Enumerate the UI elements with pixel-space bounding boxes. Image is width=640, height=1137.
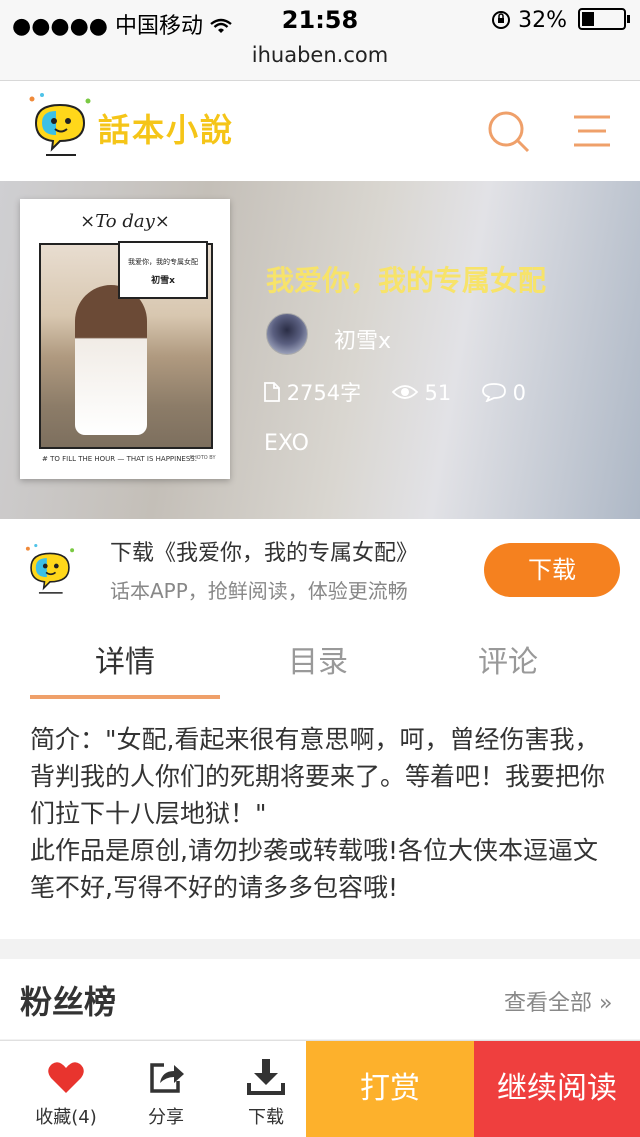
cover-today-text: ×To day× [80, 211, 170, 232]
view-count-value: 51 [424, 381, 452, 405]
cover-title-box: 我爱你，我的专属女配 初雪x [118, 241, 208, 299]
download-banner-title: 下载《我爱你，我的专属女配》 [110, 541, 419, 566]
active-tab-indicator [30, 695, 220, 699]
url-bar[interactable]: ihuaben.com [0, 40, 640, 81]
download-app-button[interactable]: 下载 [484, 543, 620, 597]
battery-icon [578, 8, 630, 30]
site-header: 話本小說 [0, 81, 640, 181]
avatar[interactable] [266, 313, 308, 355]
download-banner-subtitle: 话本APP，抢鲜阅读，体验更流畅 [110, 579, 408, 603]
rotation-lock-icon [491, 10, 511, 30]
book-cover[interactable]: ×To day× 我爱你，我的专属女配 初雪x # TO FILL THE HO… [20, 199, 230, 479]
comment-count: 0 [482, 381, 526, 405]
cover-author-line: 初雪x [151, 276, 175, 286]
summary-text: 简介："女配,看起来很有意思啊，呵，曾经伤害我，背判我的人你们的死期将要来了。等… [30, 725, 606, 902]
word-count-value: 2754字 [286, 381, 362, 405]
summary-section: 简介："女配,看起来很有意思啊，呵，曾经伤害我，背判我的人你们的死期将要来了。等… [0, 701, 640, 939]
tab-details[interactable]: 详情 [25, 637, 225, 681]
favorite-button[interactable]: 收藏(4) [18, 1041, 114, 1137]
share-label: 分享 [148, 1107, 184, 1128]
download-button[interactable]: 下载 [218, 1041, 314, 1137]
comment-count-value: 0 [512, 381, 526, 405]
cover-title-line: 我爱你，我的专属女配 [128, 258, 198, 266]
bottom-toolbar: 收藏(4) 分享 下载 打赏 继续阅读 [0, 1040, 640, 1137]
continue-reading-button[interactable]: 继续阅读 [474, 1041, 640, 1137]
battery-status: 32% [491, 8, 630, 33]
author-name[interactable]: 初雪x [334, 323, 391, 355]
view-count: 51 [391, 381, 458, 405]
cover-figure [75, 285, 147, 435]
document-icon [264, 382, 280, 402]
app-logo-icon [20, 541, 80, 599]
detail-tabs: 详情 目录 评论 [0, 619, 640, 701]
menu-icon[interactable] [572, 111, 612, 151]
book-hero: ×To day× 我爱你，我的专属女配 初雪x # TO FILL THE HO… [0, 181, 640, 519]
share-icon [150, 1063, 184, 1093]
cover-footer: # TO FILL THE HOUR — THAT IS HAPPINESS. [42, 455, 197, 463]
tab-catalog[interactable]: 目录 [218, 637, 418, 681]
download-banner: 下载《我爱你，我的专属女配》 话本APP，抢鲜阅读，体验更流畅 下载 [0, 519, 640, 619]
book-title: 我爱你，我的专属女配 [266, 264, 547, 297]
download-label: 下载 [248, 1107, 284, 1128]
comment-icon [482, 383, 506, 403]
fans-section: 粉丝榜 查看全部 » [0, 959, 640, 1039]
heart-icon [48, 1062, 84, 1093]
cover-footer-right: PHOTO BY [190, 455, 216, 461]
eye-icon [391, 385, 419, 399]
logo-text[interactable]: 話本小說 [98, 105, 234, 151]
view-all-link[interactable]: 查看全部 » [504, 985, 612, 1017]
book-tag[interactable]: EXO [264, 431, 309, 456]
status-bar: ●●●●● 中国移动 21:58 32% [0, 0, 640, 40]
favorite-label: 收藏(4) [35, 1107, 97, 1128]
logo-icon[interactable] [22, 91, 98, 161]
cover-footer-text: TO FILL THE HOUR — THAT IS HAPPINESS. [50, 455, 197, 463]
word-count: 2754字 [264, 381, 368, 405]
search-icon[interactable] [486, 109, 530, 153]
tab-comments[interactable]: 评论 [408, 637, 608, 681]
download-icon [247, 1059, 285, 1095]
book-stats: 2754字 51 0 [264, 377, 550, 407]
battery-percent: 32% [518, 8, 567, 33]
fans-title: 粉丝榜 [20, 983, 117, 1021]
reward-button[interactable]: 打赏 [306, 1041, 474, 1137]
share-button[interactable]: 分享 [118, 1041, 214, 1137]
